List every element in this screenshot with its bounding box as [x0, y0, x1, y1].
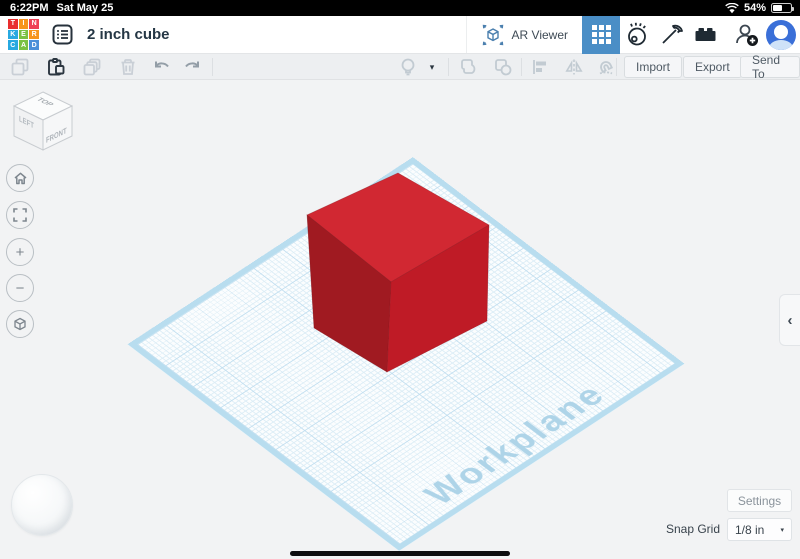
brick-mode-button[interactable] [688, 16, 722, 54]
import-button[interactable]: Import [624, 56, 682, 78]
delete-button[interactable] [116, 55, 140, 79]
dropdown-caret-icon: ▾ [430, 62, 435, 73]
group-button[interactable] [456, 55, 480, 79]
logo-tile: T [8, 19, 18, 29]
avatar-head [774, 25, 788, 39]
lego-brick-icon [693, 22, 718, 47]
show-hide-dropdown[interactable]: ▾ [424, 55, 440, 79]
send-to-label: Send To [752, 53, 788, 81]
ios-status-bar: 6:22PM Sat May 25 54% [0, 0, 800, 16]
zoom-in-button[interactable]: + [6, 238, 34, 266]
copy-button[interactable] [8, 55, 32, 79]
paste-button[interactable] [44, 55, 68, 79]
battery-percent: 54% [744, 2, 766, 14]
duplicate-button[interactable] [80, 55, 104, 79]
ar-viewer-button[interactable]: AR Viewer [466, 16, 582, 53]
export-label: Export [695, 60, 730, 74]
settings-button[interactable]: Settings [727, 489, 792, 512]
ios-home-indicator[interactable] [290, 551, 510, 556]
snap-grid-label: Snap Grid [640, 522, 720, 536]
ungroup-button[interactable] [491, 55, 515, 79]
logo-tile: I [19, 19, 29, 29]
battery-icon [771, 3, 792, 13]
home-view-button[interactable] [6, 164, 34, 192]
logo-tile: D [29, 40, 39, 50]
status-time: 6:22PM [10, 2, 49, 14]
fit-view-button[interactable] [6, 201, 34, 229]
logo-tile: R [29, 30, 39, 40]
red-cube-shape[interactable] [0, 80, 800, 559]
perspective-toggle-button[interactable] [6, 310, 34, 338]
redo-button[interactable] [180, 55, 204, 79]
snap-grid-value: 1/8 in [735, 523, 764, 537]
ar-viewer-label: AR Viewer [512, 28, 568, 42]
logo-tile: N [29, 19, 39, 29]
ar-cube-icon [481, 23, 505, 47]
edit-toolbar: ▾ Import Ex [0, 54, 800, 80]
bouncing-ball-icon [625, 22, 650, 47]
undo-button[interactable] [150, 55, 174, 79]
plus-icon: + [16, 244, 25, 261]
orbit-control-sphere[interactable] [11, 474, 73, 536]
tinker-3d-mode-button[interactable] [582, 16, 620, 54]
grid-icon [592, 25, 611, 44]
shapes-panel-tab[interactable]: ‹ [779, 294, 800, 346]
design-menu-icon [52, 24, 73, 45]
snap-grid-select[interactable]: 1/8 in ▾ [727, 518, 792, 541]
add-person-icon [733, 21, 761, 49]
viewport-3d[interactable]: Workplane TOP LEFT FRONT [0, 80, 800, 559]
minecraft-blocks-button[interactable] [654, 16, 688, 54]
profile-avatar[interactable] [766, 20, 796, 50]
export-button[interactable]: Export [683, 56, 742, 78]
import-label: Import [636, 60, 670, 74]
view-cube[interactable]: TOP LEFT FRONT [8, 88, 78, 158]
show-hide-button[interactable] [396, 55, 420, 79]
align-button[interactable] [528, 55, 552, 79]
pickaxe-icon [659, 22, 684, 47]
send-to-button[interactable]: Send To [740, 56, 800, 78]
share-collaborate-button[interactable] [730, 16, 764, 54]
app-header: T I N K E R C A D 2 inch cube [0, 16, 800, 54]
zoom-out-button[interactable]: − [6, 274, 34, 302]
wifi-icon [725, 3, 739, 14]
chevron-left-icon: ‹ [788, 312, 793, 329]
logo-tile: C [8, 40, 18, 50]
select-caret-icon: ▾ [780, 526, 784, 534]
status-date: Sat May 25 [57, 2, 114, 14]
settings-label: Settings [738, 494, 781, 508]
sim-lab-button[interactable] [620, 16, 654, 54]
logo-tile: A [19, 40, 29, 50]
mirror-button[interactable] [562, 55, 586, 79]
design-title[interactable]: 2 inch cube [87, 26, 170, 43]
scene: Workplane TOP LEFT FRONT [0, 80, 800, 559]
logo-tile: K [8, 30, 18, 40]
tinkercad-logo[interactable]: T I N K E R C A D [8, 19, 39, 50]
avatar-body [769, 40, 793, 50]
snap-magnet-button[interactable] [594, 55, 618, 79]
logo-tile: E [19, 30, 29, 40]
design-properties-button[interactable] [49, 22, 75, 48]
minus-icon: − [16, 280, 25, 297]
